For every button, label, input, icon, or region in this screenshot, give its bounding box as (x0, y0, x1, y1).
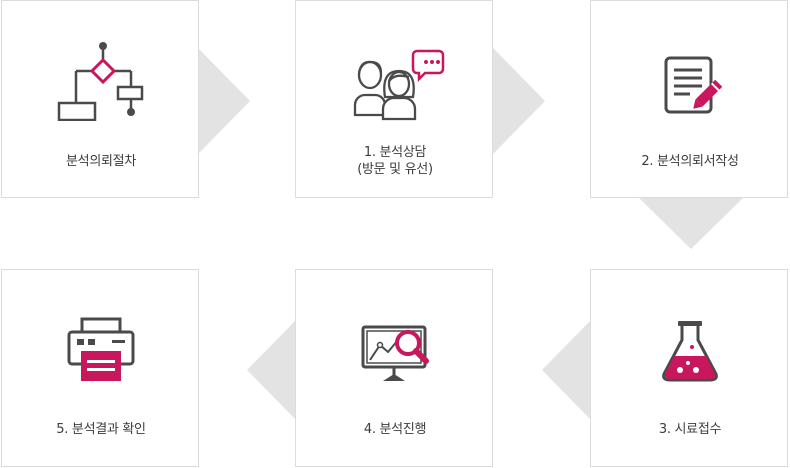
step-label: 5. 분석결과 확인 (56, 422, 146, 437)
step-label: 2. 분석의뢰서작성 (641, 154, 739, 169)
step-label-line1: 1. 분석상담 (363, 145, 427, 160)
step-label: 3. 시료접수 (658, 422, 722, 437)
step-label: 4. 분석진행 (363, 422, 427, 437)
flask-icon (591, 310, 789, 400)
printer-icon (2, 310, 200, 400)
document-pencil-icon (591, 41, 789, 131)
flowchart-icon (2, 41, 200, 131)
consultation-icon (296, 41, 494, 131)
step-label: 1. 분석상담 (방문 및 유선) (296, 144, 494, 178)
step-label: 분석의뢰절차 (66, 154, 136, 169)
step-1-consultation: 1. 분석상담 (방문 및 유선) (295, 0, 493, 198)
arrow-left-2 (247, 317, 299, 423)
step-label-line2: (방문 및 유선) (357, 162, 433, 177)
arrow-right-1 (198, 48, 250, 154)
arrow-down (638, 197, 744, 249)
step-5-result-check: 5. 분석결과 확인 (1, 269, 199, 467)
step-2-request-form: 2. 분석의뢰서작성 (590, 0, 788, 198)
monitor-magnifier-icon (296, 310, 494, 400)
step-3-sample-receipt: 3. 시료접수 (590, 269, 788, 467)
step-procedure: 분석의뢰절차 (1, 0, 199, 198)
step-4-analysis-progress: 4. 분석진행 (295, 269, 493, 467)
arrow-right-2 (493, 48, 545, 154)
arrow-left-1 (542, 317, 594, 423)
